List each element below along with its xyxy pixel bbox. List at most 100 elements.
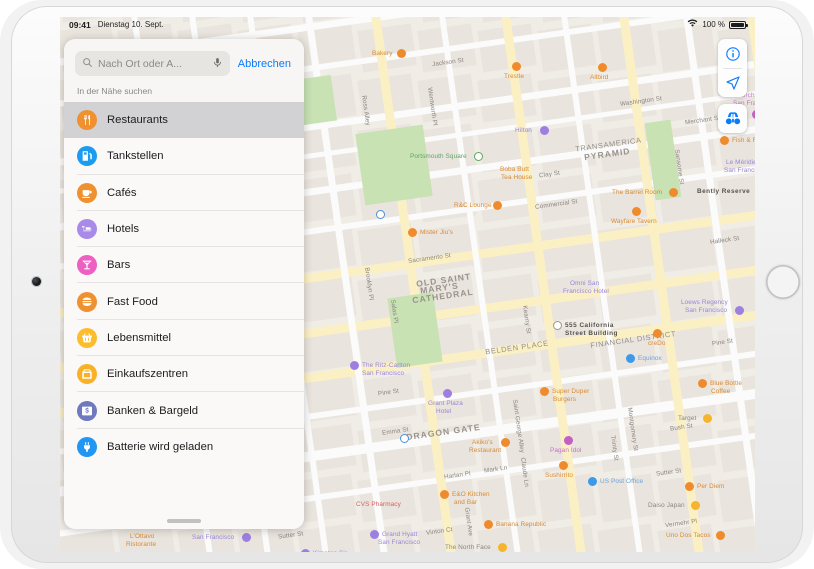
binoculars-icon (725, 111, 740, 124)
locate-me-button[interactable] (718, 68, 747, 97)
map-poi-label: Trestle (504, 73, 524, 80)
map-poi-label: Loews Regency (681, 299, 728, 306)
category-row[interactable]: Einkaufszentren (64, 356, 304, 393)
map-poi-label: Per Diem (697, 483, 725, 490)
status-bar-left: 09:41 Dienstag 10. Sept. (69, 20, 164, 30)
map-poi-pin[interactable] (498, 543, 507, 552)
map-poi-label: Burgers (553, 396, 577, 403)
map-poi-pin[interactable] (241, 533, 251, 542)
map-poi-pin[interactable] (715, 531, 725, 540)
map-poi-pin[interactable] (370, 530, 379, 539)
map-poi-pin[interactable] (588, 477, 597, 486)
map-poi-pin[interactable] (397, 49, 406, 58)
home-button[interactable] (766, 265, 800, 299)
category-row[interactable]: Cafés (64, 174, 304, 212)
map-block (597, 523, 657, 552)
map-poi-pin[interactable] (563, 436, 573, 445)
map-transit-pin[interactable] (376, 210, 385, 219)
map-poi-label: Ristorante (126, 541, 157, 548)
map-poi-label: Super Duper (552, 388, 590, 395)
map-poi-pin[interactable] (698, 379, 707, 388)
map-poi-pin[interactable] (540, 126, 549, 135)
status-date: Dienstag 10. Sept. (97, 20, 164, 29)
map-poi-label: The Barrel Room (612, 189, 663, 196)
search-icon (82, 55, 93, 73)
ipad-device-frame: FINANCIAL DISTRICT BELDEN PLACE TRANSAMERI… (0, 0, 814, 569)
map-poi-pin[interactable] (720, 136, 729, 145)
map-poi-label: Street Building (565, 330, 618, 337)
map-poi-label: Restaurant (469, 447, 502, 454)
map-poi-pin[interactable] (473, 152, 483, 161)
panel-footer (64, 489, 304, 529)
category-label: Batterie wird geladen (107, 440, 214, 453)
category-row[interactable]: Tankstellen (64, 138, 304, 175)
map-poi-label: 555 California (565, 322, 614, 329)
map-poi-pin[interactable] (553, 321, 562, 330)
map-poi-pin[interactable] (350, 361, 359, 370)
status-time: 09:41 (69, 19, 91, 30)
search-sidebar-panel: Nach Ort oder A... Abbrechen In der Nähe… (64, 39, 304, 529)
map-poi-pin[interactable] (734, 306, 744, 315)
category-row[interactable]: Hotels (64, 210, 304, 248)
map-poi-label: and Bar (454, 499, 478, 506)
category-row[interactable]: Lebensmittel (64, 319, 304, 357)
info-circle-icon (725, 46, 740, 61)
microphone-icon[interactable] (212, 55, 223, 73)
cancel-button[interactable]: Abbrechen (238, 58, 293, 70)
map-poi-label: Fish & Farm (732, 137, 755, 144)
map-poi-pin[interactable] (408, 228, 417, 237)
map-controls-primary-group (718, 39, 747, 97)
map-poi-label: Equinox (638, 355, 662, 362)
front-camera (32, 277, 41, 286)
map-poi-label: Le Méridien (726, 159, 755, 166)
category-row[interactable]: Bars (64, 247, 304, 284)
map-poi-label: Hotel (436, 408, 452, 415)
charging-plug-icon (77, 436, 97, 457)
info-button[interactable] (718, 39, 747, 68)
map-poi-label: San Francisco (378, 539, 421, 546)
map-poi-label: San Francisco (362, 370, 405, 377)
wifi-icon (687, 19, 698, 30)
category-list: Restaurants Tankstellen Cafés Hotels Bars Fas… (64, 102, 304, 489)
map-poi-pin[interactable] (668, 188, 678, 197)
map-poi-label: Banana Republic (496, 521, 547, 528)
drag-handle[interactable] (167, 519, 201, 523)
category-label: Bars (107, 259, 131, 272)
map-poi-pin[interactable] (493, 201, 502, 210)
category-row[interactable]: Fast Food (64, 283, 304, 321)
map-poi-pin[interactable] (484, 520, 493, 529)
map-poi-pin[interactable] (540, 387, 549, 396)
map-poi-pin[interactable] (631, 207, 641, 216)
map-poi-label: Bakery (372, 50, 393, 57)
map-poi-label: Grant Plaza (428, 400, 463, 407)
category-row[interactable]: Restaurants (64, 102, 304, 139)
battery-percent-label: 100 % (702, 20, 725, 29)
map-poi-pin[interactable] (440, 490, 449, 499)
category-label: Hotels (107, 223, 140, 236)
map-poi-label: Pagan Idol (550, 447, 582, 454)
search-placeholder: Nach Ort oder A... (98, 57, 183, 70)
map-poi-pin[interactable] (703, 414, 712, 423)
map-poi-pin[interactable] (500, 438, 510, 447)
map-poi-label: Wayfare Tavern (611, 218, 657, 225)
cocktail-icon (77, 255, 97, 276)
category-row[interactable]: Banken & Bargeld (64, 392, 304, 429)
map-poi-pin[interactable] (301, 549, 310, 552)
category-row[interactable]: Batterie wird geladen (64, 428, 304, 465)
search-row: Nach Ort oder A... Abbrechen (64, 39, 304, 84)
search-input[interactable]: Nach Ort oder A... (75, 51, 230, 76)
map-poi-label: Portsmouth Square (410, 153, 467, 160)
map-poi-pin[interactable] (685, 482, 694, 491)
map-poi-pin[interactable] (558, 461, 568, 470)
map-poi-label: Blue Bottle (710, 380, 743, 387)
map-transit-pin[interactable] (400, 434, 409, 443)
map-poi-pin[interactable] (690, 501, 700, 510)
look-around-button[interactable] (718, 104, 747, 133)
map-poi-pin[interactable] (652, 329, 662, 338)
map-poi-label: Uno Dos Tacos (666, 532, 711, 539)
map-block (537, 523, 597, 552)
map-poi-pin[interactable] (626, 354, 635, 363)
map-poi-label: Daiso Japan (648, 502, 685, 509)
map-poi-label: Francisco Hotel (563, 288, 609, 295)
basket-icon (77, 327, 97, 348)
